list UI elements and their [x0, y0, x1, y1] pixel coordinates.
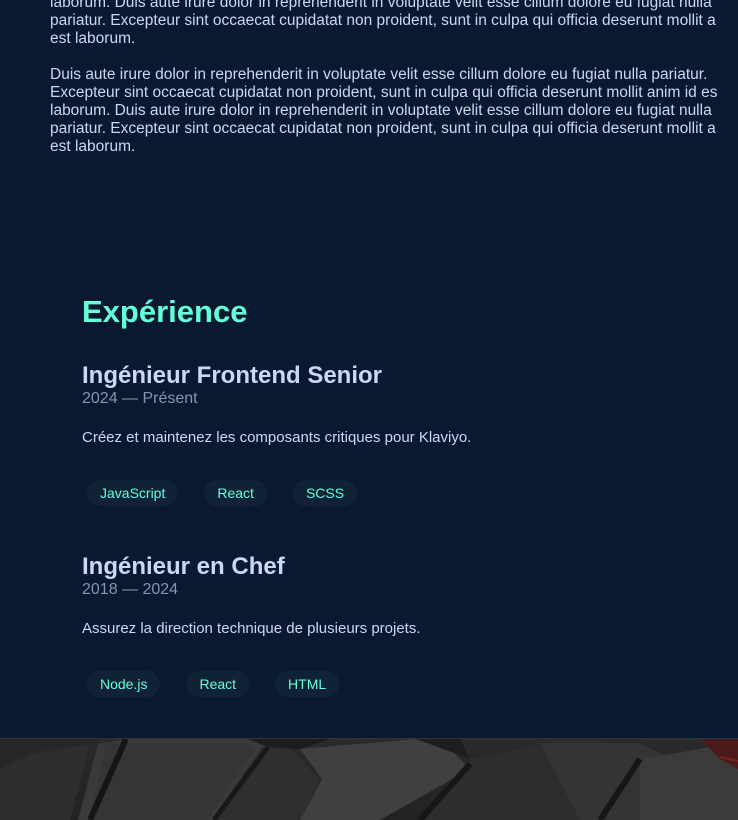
tag: JavaScript — [87, 480, 179, 506]
job-dates: 2018 — 2024 — [82, 581, 179, 598]
about-paragraph: Duis aute irure dolor in reprehenderit i… — [50, 66, 718, 155]
job-entry: Ingénieur Frontend Senior 2024 — Présent… — [82, 362, 722, 506]
job-title: Ingénieur Frontend Senior — [82, 362, 383, 389]
about-paragraph: laborum. Duis aute irure dolor in repreh… — [50, 0, 716, 47]
tag-list: JavaScript React SCSS — [82, 480, 722, 506]
section-title: Expérience — [82, 294, 248, 329]
experience-section: Expérience Ingénieur Frontend Senior 202… — [82, 292, 722, 697]
tag: HTML — [275, 671, 340, 697]
hexagon-background-image — [0, 738, 738, 820]
tag: React — [204, 480, 267, 506]
tag: SCSS — [292, 480, 358, 506]
tag: Node.js — [87, 671, 161, 697]
job-description: Créez et maintenez les composants critiq… — [82, 429, 472, 446]
about-section: laborum. Duis aute irure dolor in repreh… — [50, 0, 738, 156]
job-dates: 2024 — Présent — [82, 390, 198, 407]
job-title: Ingénieur en Chef — [82, 553, 285, 580]
tag: React — [186, 671, 250, 697]
tag-list: Node.js React HTML — [82, 671, 722, 697]
hexagon-pattern — [0, 739, 738, 820]
job-entry: Ingénieur en Chef 2018 — 2024 Assurez la… — [82, 553, 722, 697]
job-description: Assurez la direction technique de plusie… — [82, 620, 421, 637]
